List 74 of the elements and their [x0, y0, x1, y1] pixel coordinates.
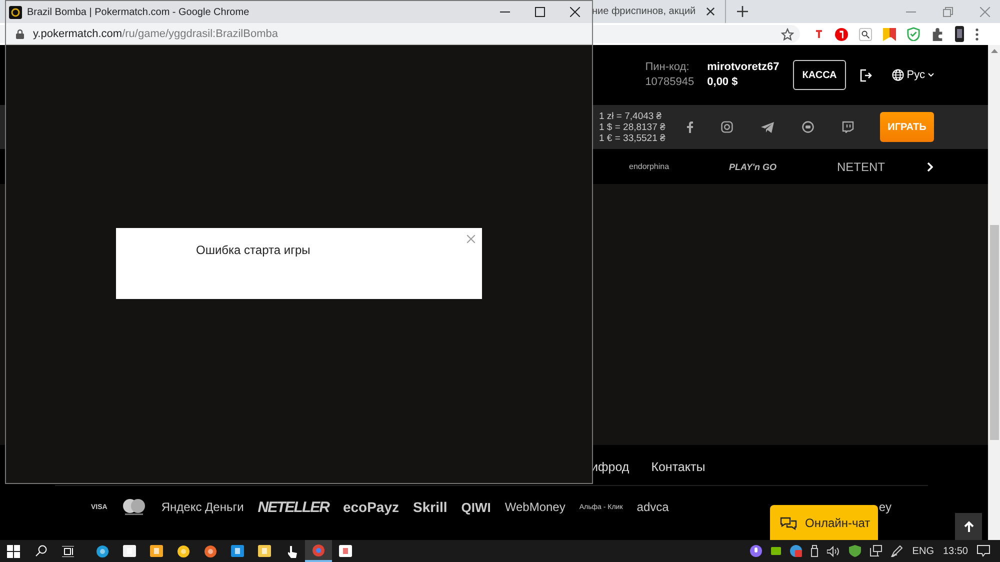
provider-logo[interactable]: PLAY'n GO — [729, 162, 837, 172]
logout-icon[interactable] — [860, 68, 872, 82]
payment-logo: Яндекс Деньги — [161, 500, 244, 514]
pin-label: Пин-код: — [645, 60, 690, 75]
star-icon[interactable] — [781, 28, 794, 40]
search-icon[interactable] — [35, 545, 47, 557]
puzzle-icon[interactable] — [931, 28, 944, 40]
task-view-icon[interactable] — [62, 546, 74, 556]
cashier-button[interactable]: КАССА — [793, 60, 846, 90]
payment-logo: QIWI — [461, 500, 491, 514]
payment-logo: Skrill — [413, 499, 448, 515]
exchange-rate: 1 € = 33,5521 ₴ — [599, 132, 666, 144]
footer-link[interactable]: Контакты — [651, 460, 706, 474]
menu-icon[interactable] — [975, 28, 979, 40]
bookmark-icon[interactable] — [883, 28, 896, 40]
balance: 0,00 $ — [707, 75, 739, 90]
windows-logo-icon[interactable] — [7, 544, 20, 558]
speaker-icon[interactable] — [827, 546, 840, 556]
facebook-icon[interactable] — [687, 121, 693, 133]
clock[interactable]: 13:50 — [942, 546, 968, 556]
instagram-icon[interactable] — [721, 121, 733, 133]
lock-icon — [16, 28, 24, 38]
twitch-icon[interactable] — [842, 121, 854, 133]
language-selector[interactable]: Рус — [892, 69, 934, 81]
arrow-up-icon[interactable] — [990, 49, 998, 53]
provider-logo[interactable]: NETENT — [837, 160, 927, 174]
card-logo-icon — [121, 498, 148, 516]
site-favicon-icon — [9, 6, 22, 18]
payment-logo: WebMoney — [504, 500, 566, 514]
document-icon — [339, 545, 352, 557]
provider-logo[interactable]: endorphina — [629, 162, 729, 171]
graphics-icon[interactable] — [771, 547, 782, 555]
restore-icon[interactable] — [943, 6, 953, 16]
magnifier-icon[interactable] — [859, 28, 872, 40]
chat-button[interactable]: Онлайн-чат — [770, 505, 878, 540]
username: mirotvoretz67 — [707, 60, 780, 75]
profile-icon[interactable] — [955, 26, 964, 42]
chat-icon — [780, 516, 797, 530]
scrollbar-thumb[interactable] — [990, 225, 998, 440]
usb-drive-icon[interactable] — [811, 545, 818, 557]
payment-logo: ey — [878, 500, 892, 514]
network-icon[interactable] — [870, 545, 882, 557]
payment-logo: advca — [636, 500, 669, 514]
chevron-right-icon[interactable] — [927, 162, 933, 172]
exchange-rate: 1 $ = 28,8137 ₴ — [599, 122, 666, 132]
microphone-icon[interactable] — [750, 545, 762, 557]
close-icon[interactable] — [706, 7, 715, 16]
arrow-up-icon — [964, 521, 974, 532]
shield-icon[interactable] — [849, 545, 862, 557]
shield-icon[interactable] — [907, 27, 920, 41]
extension-icon[interactable] — [814, 28, 824, 40]
scroll-to-top-button[interactable] — [955, 513, 982, 540]
window-title: Brazil Bomba | Pokermatch.com - Google Chrome — [27, 6, 250, 18]
error-message: Ошибка старта игры — [196, 243, 310, 257]
extension-icon[interactable] — [835, 28, 848, 40]
input-language[interactable]: ENG — [912, 546, 934, 556]
maximize-icon[interactable] — [535, 7, 545, 17]
payment-logo: NETELLER — [258, 498, 329, 516]
notification-icon[interactable] — [977, 545, 990, 557]
payment-logo: ecoPayz — [342, 499, 400, 515]
paper-plane-icon[interactable] — [761, 122, 774, 132]
chrome-icon — [312, 544, 325, 556]
app-tray-icon[interactable] — [790, 545, 802, 557]
exchange-rate: 1 zł = 7,4043 ₴ — [599, 110, 663, 122]
hand-pointer-icon — [286, 544, 296, 558]
url-text: y.pokermatch.com/ru/game/yggdrasil:BrazilBomba — [33, 28, 278, 40]
chat-bubble-icon[interactable] — [802, 121, 814, 133]
new-tab-icon[interactable] — [736, 6, 748, 17]
pin-code: 10785945 — [645, 75, 694, 90]
pen-icon[interactable] — [891, 545, 904, 557]
close-icon[interactable] — [570, 7, 580, 17]
chevron-down-icon — [928, 73, 934, 77]
scrollbar[interactable] — [988, 45, 1000, 540]
globe-icon — [892, 69, 904, 81]
